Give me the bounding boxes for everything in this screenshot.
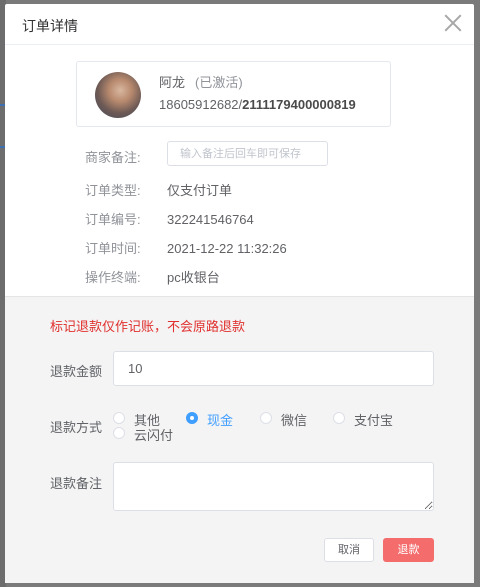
info-row-terminal: 操作终端: pc收银台 xyxy=(85,267,220,287)
order-time-value: 2021-12-22 11:32:26 xyxy=(167,241,287,256)
refund-method-label: 退款方式 xyxy=(50,420,103,435)
radio-label: 云闪付 xyxy=(134,428,174,443)
merchant-note-input[interactable] xyxy=(167,141,328,166)
cancel-button[interactable]: 取消 xyxy=(324,538,374,562)
avatar xyxy=(95,72,141,118)
radio-circle xyxy=(113,427,125,439)
radio-label: 支付宝 xyxy=(354,413,394,428)
user-phone-line: 18605912682/2111179400000819 xyxy=(159,97,356,112)
refund-remark-textarea[interactable] xyxy=(113,462,434,511)
refund-panel: 标记退款仅作记账，不会原路退款 退款金额 退款方式 其他 现金 微信 支付宝 云… xyxy=(5,296,474,583)
radio-label: 微信 xyxy=(281,413,308,428)
info-row-order-time: 订单时间: 2021-12-22 11:32:26 xyxy=(85,238,287,258)
info-row-order-type: 订单类型: 仅支付订单 xyxy=(85,180,232,200)
order-number-value: 322241546764 xyxy=(167,212,254,227)
user-status: (已激活) xyxy=(195,75,243,90)
radio-label: 现金 xyxy=(207,413,234,428)
order-number-label: 订单编号: xyxy=(85,212,141,227)
refund-warning: 标记退款仅作记账，不会原路退款 xyxy=(50,319,246,334)
refund-remark-label: 退款备注 xyxy=(50,476,103,491)
user-phone: 18605912682 xyxy=(159,97,239,112)
dialog-title: 订单详情 xyxy=(22,18,78,34)
user-card-number: 2111179400000819 xyxy=(242,97,356,112)
close-icon[interactable] xyxy=(442,12,464,34)
dialog-header: 订单详情 xyxy=(5,4,474,45)
order-type-label: 订单类型: xyxy=(85,183,141,198)
terminal-value: pc收银台 xyxy=(167,270,220,285)
refund-amount-input[interactable] xyxy=(113,351,434,386)
radio-circle xyxy=(333,412,345,424)
merchant-note-row: 商家备注: xyxy=(85,147,167,167)
user-name: 阿龙 xyxy=(159,75,186,90)
radio-circle xyxy=(260,412,272,424)
radio-circle xyxy=(186,412,198,424)
refund-amount-label: 退款金额 xyxy=(50,364,103,379)
info-row-order-number: 订单编号: 322241546764 xyxy=(85,209,254,229)
order-time-label: 订单时间: xyxy=(85,241,141,256)
dialog-body: 阿龙 (已激活) 18605912682/2111179400000819 商家备… xyxy=(5,46,474,296)
user-name-line: 阿龙 (已激活) xyxy=(159,72,243,91)
radio-circle xyxy=(113,412,125,424)
refund-submit-button[interactable]: 退款 xyxy=(383,538,434,562)
order-type-value: 仅支付订单 xyxy=(167,183,233,198)
user-card: 阿龙 (已激活) 18605912682/2111179400000819 xyxy=(76,61,391,127)
merchant-note-label: 商家备注: xyxy=(85,150,141,165)
terminal-label: 操作终端: xyxy=(85,270,141,285)
